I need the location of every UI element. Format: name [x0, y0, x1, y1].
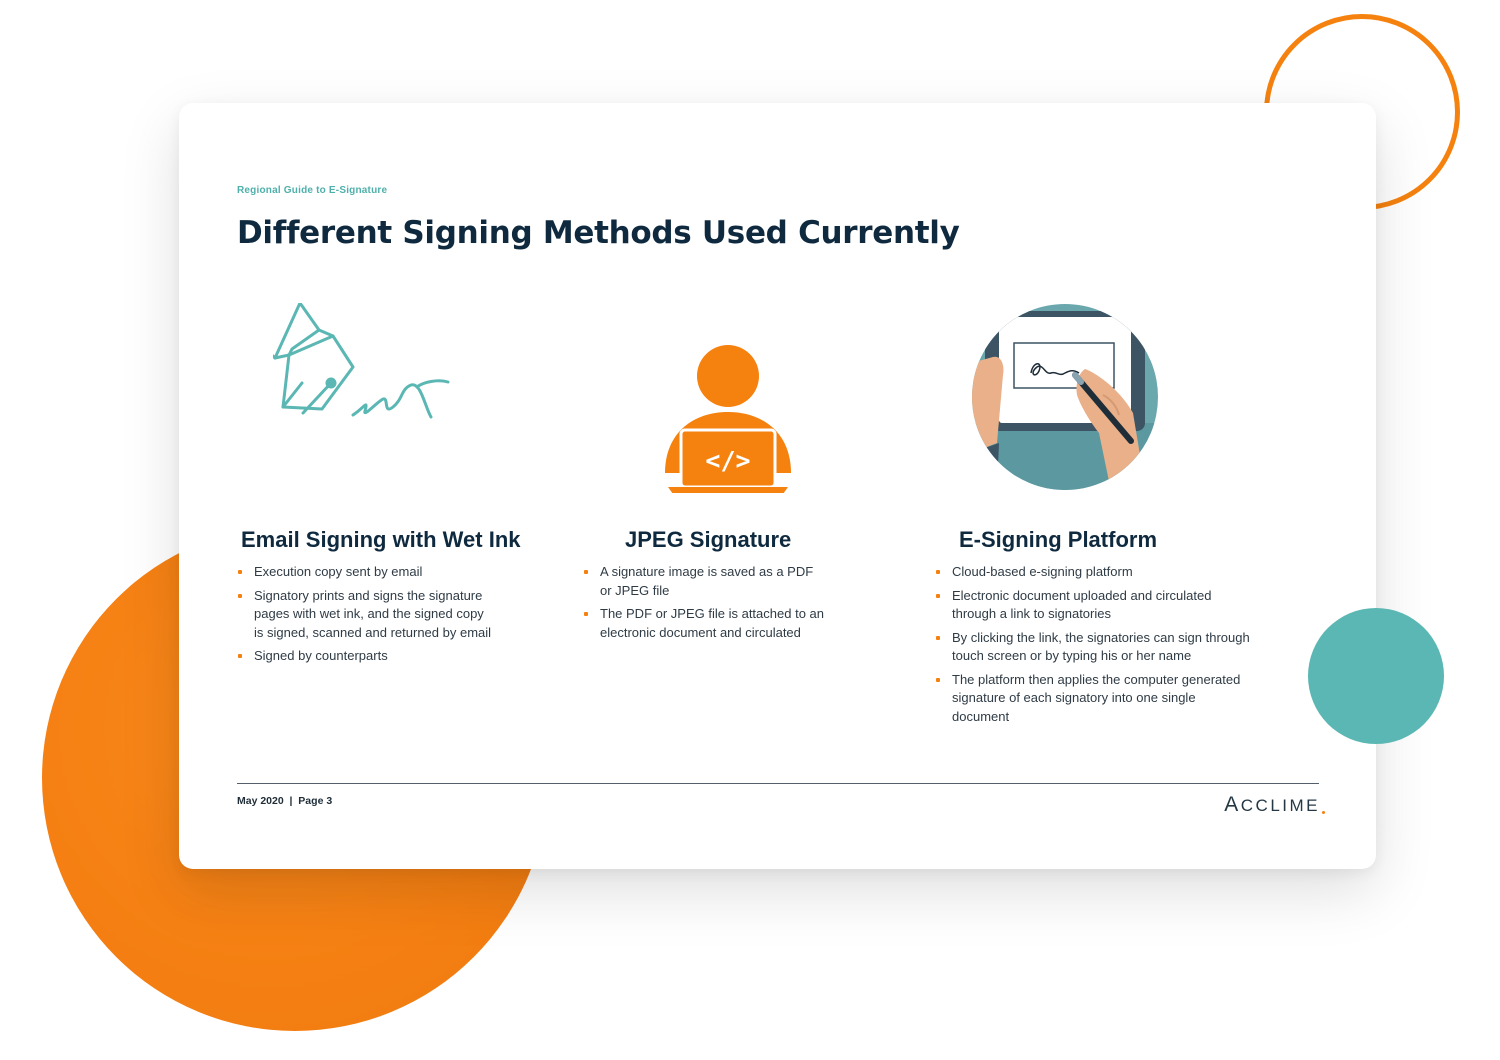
footer-date-page: May 2020 | Page 3: [237, 795, 333, 807]
fountain-pen-icon: [273, 303, 450, 419]
document-eyebrow: Regional Guide to E-Signature: [237, 185, 388, 196]
method-title-e-signing-platform: E-Signing Platform: [959, 527, 1157, 552]
bullet-icon: [584, 612, 588, 616]
logo-dot-icon: [1322, 811, 1325, 814]
list-item: The PDF or JPEG file is attached to an e…: [583, 605, 845, 642]
footer-divider: [237, 783, 1319, 784]
tablet-signing-icon: [972, 304, 1158, 490]
logo-rest: CCLIME: [1240, 796, 1320, 815]
list-item: Cloud-based e-signing platform: [935, 563, 1252, 582]
list-item: By clicking the link, the signatories ca…: [935, 629, 1252, 666]
acclime-logo: ACCLIME: [1224, 793, 1325, 817]
bullet-icon: [936, 635, 940, 640]
list-item: The platform then applies the computer g…: [935, 671, 1242, 727]
bullet-icon: [936, 593, 940, 598]
bullet-list-email-wet-ink: Execution copy sent by email Signatory p…: [237, 563, 492, 671]
bullet-icon: [936, 677, 940, 682]
bullet-list-e-signing-platform: Cloud-based e-signing platform Electroni…: [935, 563, 1252, 731]
list-item: Signatory prints and signs the signature…: [237, 587, 492, 643]
list-item: Signed by counterparts: [237, 647, 492, 666]
method-title-jpeg-signature: JPEG Signature: [625, 527, 792, 552]
bullet-icon: [238, 593, 242, 598]
logo-initial: A: [1224, 793, 1241, 816]
bullet-icon: [936, 570, 940, 574]
bullet-list-jpeg-signature: A signature image is saved as a PDF or J…: [583, 563, 845, 647]
list-item: A signature image is saved as a PDF or J…: [583, 563, 825, 600]
method-title-email-wet-ink: Email Signing with Wet Ink: [241, 527, 521, 552]
bullet-icon: [584, 570, 588, 574]
bullet-icon: [238, 570, 242, 574]
document-page: Regional Guide to E-Signature Different …: [179, 103, 1376, 869]
list-item: Electronic document uploaded and circula…: [935, 587, 1214, 624]
page-title: Different Signing Methods Used Currently: [237, 215, 960, 251]
list-item: Execution copy sent by email: [237, 563, 492, 582]
svg-text:</>: </>: [705, 446, 750, 475]
teal-circle-decoration: [1308, 608, 1444, 744]
person-laptop-code-icon: </>: [665, 345, 791, 493]
bullet-icon: [238, 654, 242, 658]
